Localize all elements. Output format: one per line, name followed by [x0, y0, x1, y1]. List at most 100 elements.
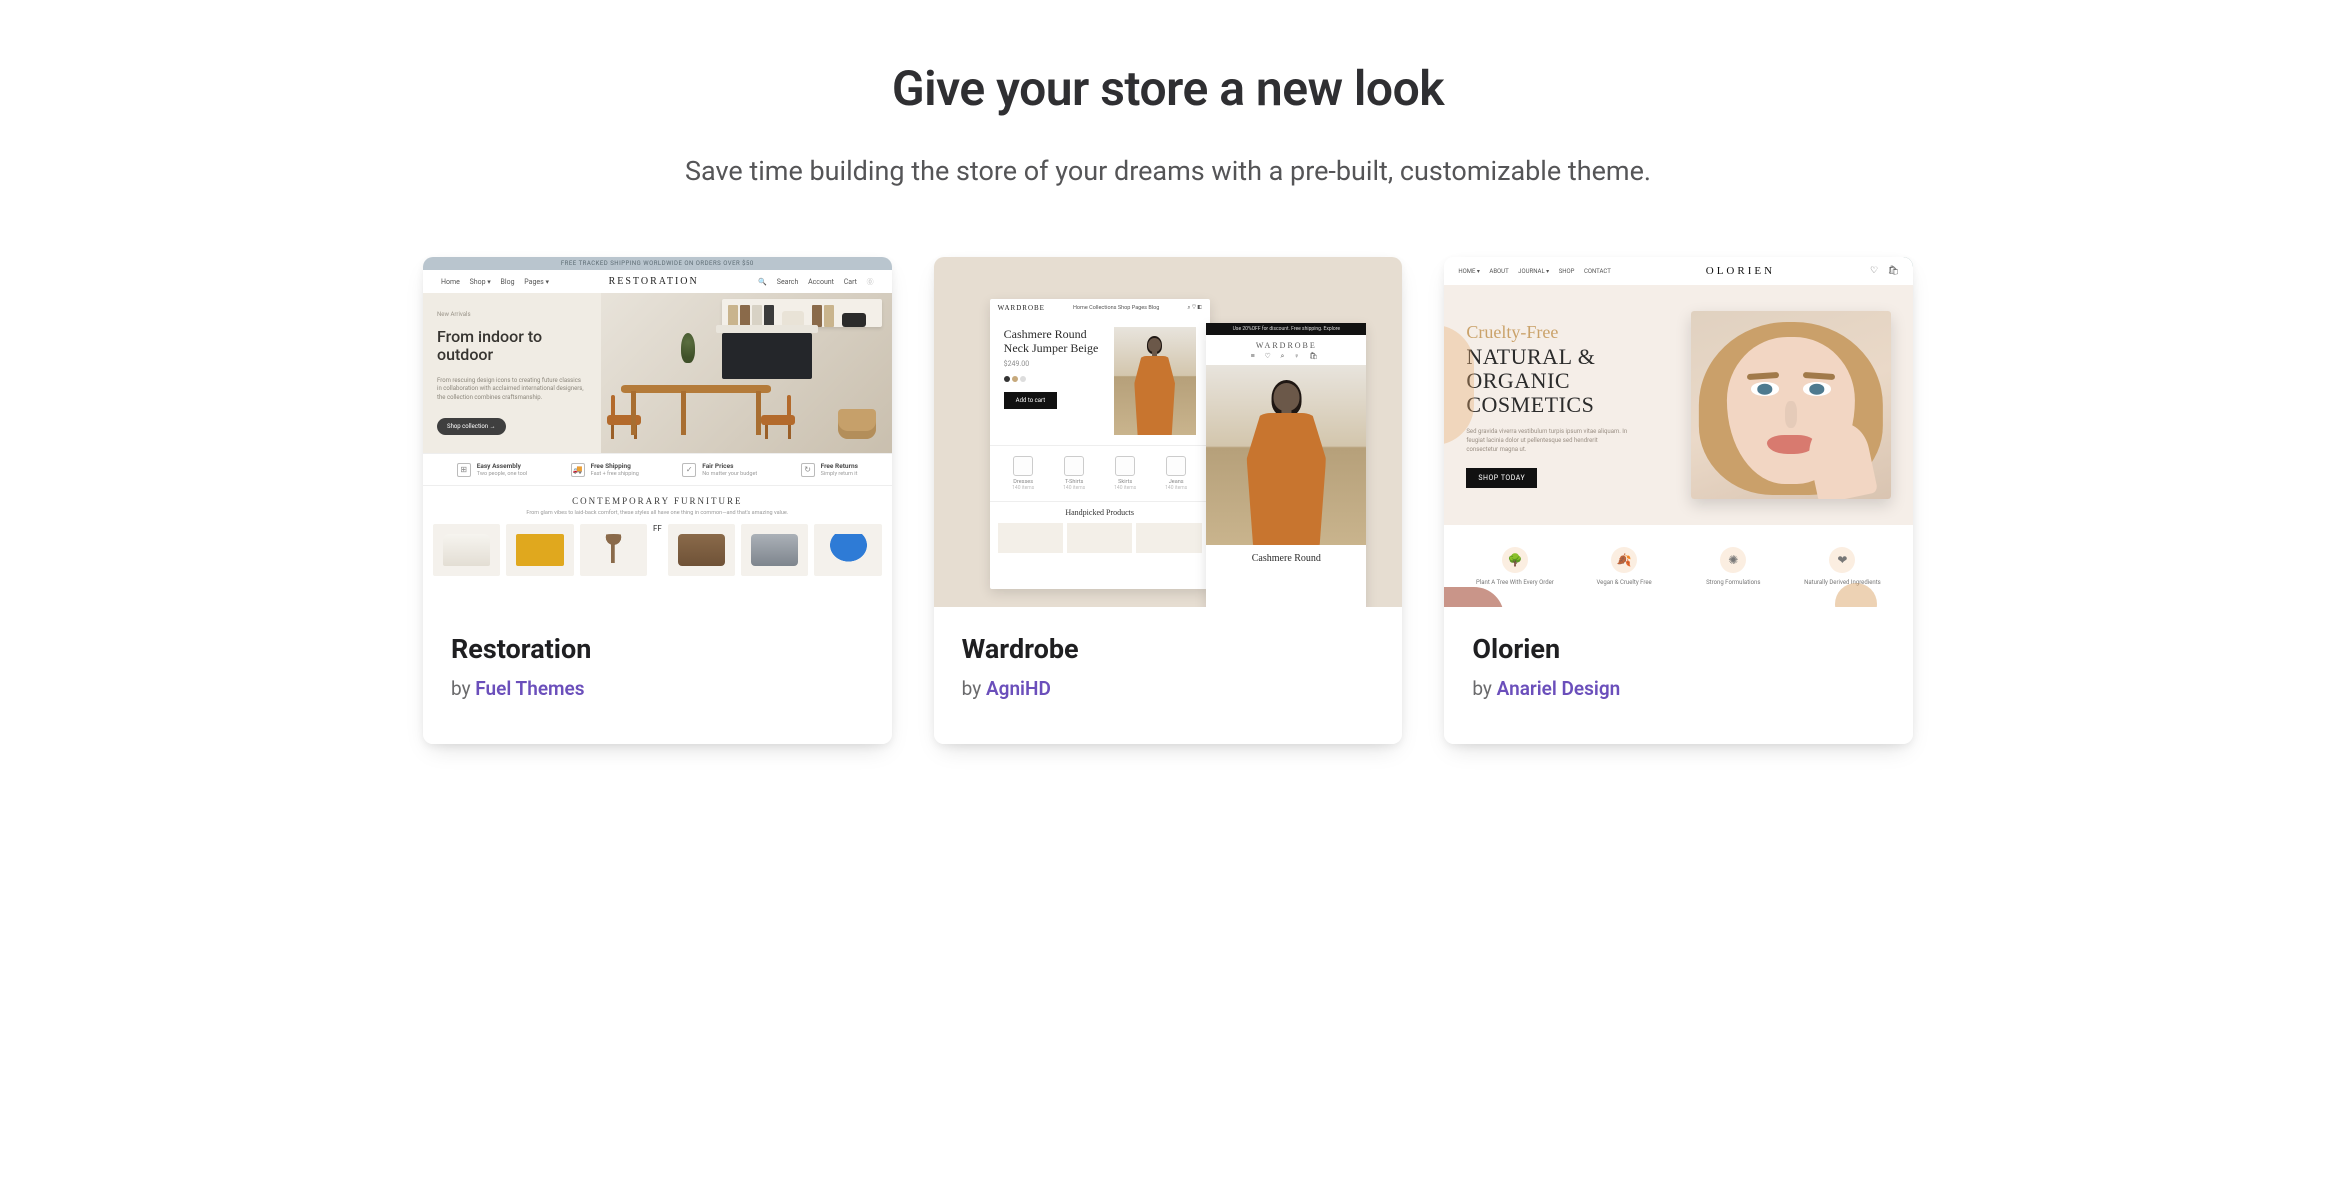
- theme-cards: FREE TRACKED SHIPPING WORLDWIDE ON ORDER…: [423, 257, 1913, 744]
- nav-item: Pages ▾: [524, 278, 549, 286]
- hero-image: [601, 293, 892, 453]
- hero-headline: From indoor to outdoor: [437, 328, 587, 365]
- nav-item: HOME ▾: [1458, 268, 1480, 275]
- preview-announcement-bar: Use 20%OFF for discount. Free shipping. …: [1206, 323, 1366, 335]
- hero-title: NATURAL & ORGANIC COSMETICS: [1466, 345, 1676, 416]
- theme-card-olorien[interactable]: HOME ▾ ABOUT JOURNAL ▾ SHOP CONTACT OLOR…: [1444, 257, 1913, 744]
- theme-preview: FREE TRACKED SHIPPING WORLDWIDE ON ORDER…: [423, 257, 892, 607]
- by-prefix: by: [1472, 677, 1496, 700]
- hero-script: Cruelty-Free: [1466, 322, 1676, 343]
- hero-cta-button: SHOP TODAY: [1466, 468, 1537, 488]
- theme-card-body: Olorien by Anariel Design: [1444, 607, 1913, 744]
- preview-nav-left: Home Shop ▾ Blog Pages ▾: [437, 278, 553, 286]
- preview-section-sub: From glam vibes to laid-back comfort, th…: [423, 510, 892, 516]
- nav-item: Home: [1073, 305, 1088, 311]
- skirt-icon: [1115, 456, 1135, 476]
- nav-item: Shop ▾: [470, 278, 491, 286]
- wishlist-icon: ♡: [1192, 305, 1196, 311]
- theme-preview: HOME ▾ ABOUT JOURNAL ▾ SHOP CONTACT OLOR…: [1444, 257, 1913, 607]
- preview-brand: RESTORATION: [609, 276, 699, 287]
- nav-item: SHOP: [1559, 268, 1575, 275]
- by-prefix: by: [451, 677, 475, 700]
- feature-item: ❤Naturally Derived Ingredients: [1788, 547, 1897, 586]
- nav-item: Search: [777, 278, 799, 286]
- nav-item: JOURNAL ▾: [1518, 268, 1549, 275]
- theme-card-wardrobe[interactable]: WARDROBE Home Collections Shop Pages Blo…: [934, 257, 1403, 744]
- handpicked-heading: Handpicked Products: [990, 501, 1210, 523]
- nav-item: Blog: [1148, 305, 1159, 311]
- nav-item: Cart: [844, 278, 857, 286]
- product-title: Cashmere Round: [1206, 545, 1366, 564]
- cart-count-icon: ⓪: [867, 278, 874, 286]
- feature-item: 🚚Free ShippingFast + free shipping: [571, 462, 639, 477]
- preview-desktop-pane: WARDROBE Home Collections Shop Pages Blo…: [990, 299, 1210, 589]
- add-to-cart-button: Add to cart: [1004, 392, 1058, 409]
- nav-item: Home: [441, 278, 460, 286]
- hero-image: [1691, 311, 1891, 499]
- feature-item: ↻Free ReturnsSimply return it: [801, 462, 858, 477]
- theme-author: by Fuel Themes: [451, 677, 864, 700]
- theme-preview: WARDROBE Home Collections Shop Pages Blo…: [934, 257, 1403, 607]
- theme-author-link[interactable]: AgniHD: [986, 677, 1051, 700]
- theme-title: Wardrobe: [962, 633, 1375, 665]
- page-subheading: Save time building the store of your dre…: [423, 155, 1913, 187]
- nav-item: Blog: [501, 278, 515, 286]
- tree-icon: 🌳: [1502, 547, 1528, 573]
- theme-author: by AgniHD: [962, 677, 1375, 700]
- preview-nav: Home Shop ▾ Blog Pages ▾ RESTORATION 🔍 S…: [423, 270, 892, 293]
- bag-icon: 🛍: [1888, 266, 1899, 276]
- preview-announcement-bar: FREE TRACKED SHIPPING WORLDWIDE ON ORDER…: [423, 257, 892, 270]
- assembly-icon: ⊞: [457, 463, 471, 477]
- nav-item: Shop: [1118, 305, 1131, 311]
- search-icon: 🔍: [758, 278, 767, 286]
- returns-icon: ↻: [801, 463, 815, 477]
- preview-nav: HOME ▾ ABOUT JOURNAL ▾ SHOP CONTACT OLOR…: [1444, 257, 1913, 285]
- product-price: $249.00: [1004, 360, 1106, 368]
- preview-section-title: CONTEMPORARY FURNITURE: [423, 496, 892, 506]
- feature-item: 🍂Vegan & Cruelty Free: [1570, 547, 1679, 586]
- search-icon: ⌕: [1187, 305, 1190, 311]
- wishlist-icon: ♡: [1870, 266, 1878, 276]
- bag-icon: ◧: [1197, 305, 1201, 311]
- product-image: [1206, 365, 1366, 545]
- feature-item: ✓Fair PricesNo matter your budget: [682, 462, 757, 477]
- feature-item: 🌳Plant A Tree With Every Order: [1460, 547, 1569, 586]
- theme-title: Restoration: [451, 633, 864, 665]
- feature-item: ✺Strong Formulations: [1679, 547, 1788, 586]
- tshirt-icon: [1064, 456, 1084, 476]
- preview-feature-row: 🌳Plant A Tree With Every Order 🍂Vegan & …: [1444, 525, 1913, 607]
- nav-item: Account: [808, 278, 834, 286]
- theme-card-restoration[interactable]: FREE TRACKED SHIPPING WORLDWIDE ON ORDER…: [423, 257, 892, 744]
- dress-icon: [1013, 456, 1033, 476]
- page-heading: Give your store a new look: [423, 60, 1913, 117]
- leaf-icon: 🍂: [1611, 547, 1637, 573]
- preview-product-thumbs: FF: [423, 524, 892, 576]
- feature-item: ⊞Easy AssemblyTwo people, one tool: [457, 462, 528, 477]
- nav-item: CONTACT: [1584, 268, 1611, 275]
- nav-item: ABOUT: [1489, 268, 1508, 275]
- theme-author-link[interactable]: Anariel Design: [1497, 677, 1621, 700]
- hero-description: From rescuing design icons to creating f…: [437, 377, 587, 402]
- nav-item: Pages: [1132, 305, 1147, 311]
- nav-item: Collections: [1089, 305, 1116, 311]
- preview-hero: Cruelty-Free NATURAL & ORGANIC COSMETICS…: [1444, 285, 1913, 525]
- category-row: Dresses140 items T-Shirts140 items Skirt…: [990, 446, 1210, 501]
- hero-description: Sed gravida viverra vestibulum turpis ip…: [1466, 427, 1630, 454]
- spark-icon: ✺: [1720, 547, 1746, 573]
- theme-author-link[interactable]: Fuel Themes: [475, 677, 584, 700]
- heart-icon: ❤: [1829, 547, 1855, 573]
- product-image: [1114, 327, 1196, 435]
- theme-author: by Anariel Design: [1472, 677, 1885, 700]
- price-icon: ✓: [682, 463, 696, 477]
- theme-card-body: Wardrobe by AgniHD: [934, 607, 1403, 744]
- preview-brand: WARDROBE: [1206, 335, 1366, 352]
- preview-mobile-pane: Use 20%OFF for discount. Free shipping. …: [1206, 323, 1366, 607]
- preview-hero: New Arrivals From indoor to outdoor From…: [423, 293, 892, 453]
- product-title: Cashmere Round Neck Jumper Beige: [1004, 327, 1106, 356]
- preview-nav-icons: ≡ ♡ ⌕ ♀ 🛍: [1206, 352, 1366, 365]
- theme-title: Olorien: [1472, 633, 1885, 665]
- preview-nav-right: 🔍 Search Account Cart ⓪: [754, 277, 877, 287]
- preview-brand: WARDROBE: [998, 304, 1045, 312]
- hero-cta-button: Shop collection →: [437, 418, 506, 435]
- preview-feature-row: ⊞Easy AssemblyTwo people, one tool 🚚Free…: [423, 453, 892, 486]
